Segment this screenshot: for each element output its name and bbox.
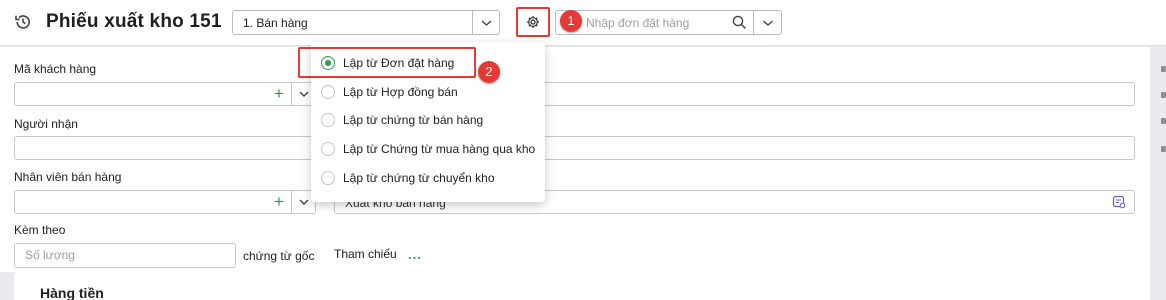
chevron-down-icon[interactable] xyxy=(472,11,499,34)
menu-option-label: Lập từ Hợp đồng bán xyxy=(343,85,458,99)
salesperson-label: Nhân viên bán hàng xyxy=(14,170,122,184)
edge-mark xyxy=(1161,118,1166,124)
menu-option-sales-voucher[interactable]: Lập từ chứng từ bán hàng xyxy=(311,106,545,134)
customer-code-combo[interactable]: + xyxy=(14,82,316,106)
voucher-type-select[interactable]: 1. Bán hàng xyxy=(232,10,500,35)
page-title: Phiếu xuất kho 151 xyxy=(46,11,222,32)
section-title: Hàng tiền xyxy=(40,285,104,300)
edge-mark xyxy=(1161,146,1166,152)
customer-code-label: Mã khách hàng xyxy=(14,62,97,76)
menu-option-label: Lập từ chứng từ bán hàng xyxy=(343,113,484,127)
menu-option-transfer-voucher[interactable]: Lập từ chứng từ chuyển kho xyxy=(311,164,545,192)
reference-label: Tham chiếu xyxy=(334,247,397,261)
chevron-down-icon[interactable] xyxy=(753,11,781,34)
attach-label: Kèm theo xyxy=(14,223,66,237)
step-2-badge: 2 xyxy=(478,61,500,83)
recipient-field[interactable] xyxy=(14,136,316,160)
reference-more-button[interactable]: ... xyxy=(408,247,422,262)
recipient-label: Người nhận xyxy=(14,117,78,131)
header-bar: Phiếu xuất kho 151 1. Bán hàng 1 xyxy=(0,0,1166,46)
goods-section: Hàng tiền xyxy=(14,272,1150,300)
voucher-type-value: 1. Bán hàng xyxy=(243,16,308,30)
order-search-box[interactable] xyxy=(555,10,782,35)
original-docs-label: chứng từ gốc xyxy=(243,249,315,263)
menu-option-label: Lập từ Chứng từ mua hàng qua kho xyxy=(343,142,536,156)
source-settings-button[interactable] xyxy=(516,7,550,37)
quantity-input[interactable] xyxy=(25,248,225,262)
history-icon[interactable] xyxy=(14,13,32,31)
edge-mark xyxy=(1161,66,1166,72)
menu-option-sales-contract[interactable]: Lập từ Hợp đồng bán xyxy=(311,78,545,106)
quantity-field[interactable] xyxy=(14,243,236,268)
search-icon[interactable] xyxy=(732,15,747,33)
order-search-input[interactable] xyxy=(586,14,746,31)
plus-icon[interactable]: + xyxy=(267,191,291,213)
gear-icon xyxy=(527,16,539,28)
radio-icon xyxy=(321,85,335,99)
radio-icon xyxy=(321,142,335,156)
salesperson-combo[interactable]: + xyxy=(14,190,316,214)
selected-option-highlight xyxy=(298,47,476,78)
radio-icon xyxy=(321,171,335,185)
plus-icon[interactable]: + xyxy=(267,83,291,105)
general-info-panel: Mã khách hàng + Người nhận Nhân viên bán… xyxy=(0,47,1150,272)
edge-mark xyxy=(1161,92,1166,98)
right-scroll-strip[interactable] xyxy=(1150,47,1166,300)
memo-icon[interactable] xyxy=(1112,195,1126,212)
menu-option-purchase-voucher[interactable]: Lập từ Chứng từ mua hàng qua kho xyxy=(311,135,545,163)
radio-icon xyxy=(321,113,335,127)
menu-option-label: Lập từ chứng từ chuyển kho xyxy=(343,171,495,185)
step-1-badge: 1 xyxy=(560,10,582,32)
